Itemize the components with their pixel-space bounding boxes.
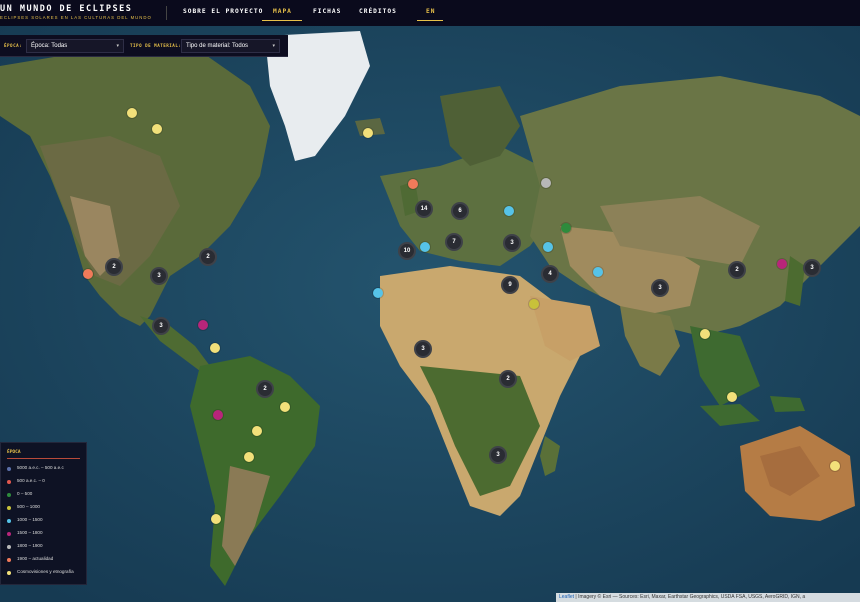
location-cluster[interactable]: 3 [503, 234, 521, 252]
imagery-credits: | Imagery © Esri — Sources: Esri, Maxar,… [575, 594, 806, 600]
location-marker[interactable] [700, 329, 710, 339]
location-cluster[interactable]: 10 [398, 242, 416, 260]
legend-dot [7, 506, 11, 510]
legend-label: Cosmovisiones y etnografía [17, 569, 74, 574]
location-marker[interactable] [529, 299, 539, 309]
legend-dot [7, 467, 11, 471]
legend-item: 500 a.e.c. – 0 [7, 478, 87, 488]
nav-mapa[interactable]: MAPA [273, 8, 292, 15]
legend-label: 500 a.e.c. – 0 [17, 478, 45, 483]
legend-item: 1000 – 1500 [7, 517, 87, 527]
legend-label: 500 – 1000 [17, 504, 40, 509]
legend-item: 1800 – 1900 [7, 543, 87, 553]
location-cluster[interactable]: 2 [256, 380, 274, 398]
location-marker[interactable] [280, 402, 290, 412]
location-cluster[interactable]: 3 [152, 317, 170, 335]
epoch-select-value: Época: Todas [31, 43, 68, 49]
location-marker[interactable] [83, 269, 93, 279]
location-cluster[interactable]: 3 [414, 340, 432, 358]
location-marker[interactable] [727, 392, 737, 402]
nav-active-underline [262, 20, 302, 21]
location-marker[interactable] [152, 124, 162, 134]
legend-item: 1900 – actualidad [7, 556, 87, 566]
legend-label: 1000 – 1500 [17, 517, 43, 522]
legend-dot [7, 480, 11, 484]
location-cluster[interactable]: 4 [541, 265, 559, 283]
location-marker[interactable] [561, 223, 571, 233]
location-cluster[interactable]: 3 [150, 267, 168, 285]
site-title: UN MUNDO DE ECLIPSES [0, 4, 133, 14]
legend-title: ÉPOCA [7, 450, 21, 455]
location-marker[interactable] [541, 178, 551, 188]
legend-dot [7, 493, 11, 497]
legend-item: 1500 – 1800 [7, 530, 87, 540]
legend-item: 0 – 500 [7, 491, 87, 501]
top-navigation-bar: UN MUNDO DE ECLIPSES ECLIPSES SOLARES EN… [0, 0, 860, 26]
nav-fichas[interactable]: FICHAS [313, 8, 341, 15]
material-select-value: Tipo de material: Todos [186, 43, 249, 49]
location-marker[interactable] [420, 242, 430, 252]
location-marker[interactable] [593, 267, 603, 277]
location-marker[interactable] [373, 288, 383, 298]
legend-label: 1500 – 1800 [17, 530, 43, 535]
location-marker[interactable] [777, 259, 787, 269]
chevron-down-icon: ▾ [116, 43, 119, 49]
language-toggle[interactable]: EN [426, 8, 435, 15]
epoch-filter-label: ÉPOCA: [4, 43, 23, 48]
location-marker[interactable] [210, 343, 220, 353]
location-marker[interactable] [408, 179, 418, 189]
location-marker[interactable] [504, 206, 514, 216]
filter-bar: ÉPOCA: Época: Todas ▾ TIPO DE MATERIAL: … [0, 35, 288, 57]
location-cluster[interactable]: 3 [803, 259, 821, 277]
legend-divider [7, 458, 80, 459]
site-subtitle: ECLIPSES SOLARES EN LAS CULTURAS DEL MUN… [0, 15, 152, 20]
location-cluster[interactable]: 2 [199, 248, 217, 266]
epoch-select[interactable]: Época: Todas ▾ [26, 39, 124, 53]
legend-dot [7, 545, 11, 549]
legend-dot [7, 519, 11, 523]
location-marker[interactable] [198, 320, 208, 330]
leaflet-link[interactable]: Leaflet [559, 594, 574, 600]
nav-creditos[interactable]: CRÉDITOS [359, 8, 397, 15]
location-cluster[interactable]: 3 [651, 279, 669, 297]
location-cluster[interactable]: 3 [489, 446, 507, 464]
legend-dot [7, 558, 11, 562]
location-marker[interactable] [363, 128, 373, 138]
location-cluster[interactable]: 2 [728, 261, 746, 279]
location-cluster[interactable]: 2 [499, 370, 517, 388]
legend-label: 5000 a.e.c. – 500 a.e.c [17, 465, 64, 470]
legend-dot [7, 532, 11, 536]
legend-label: 1900 – actualidad [17, 556, 54, 561]
location-cluster[interactable]: 2 [105, 258, 123, 276]
legend-label: 0 – 500 [17, 491, 33, 496]
location-marker[interactable] [543, 242, 553, 252]
world-map[interactable]: 2 3 2 3 3 2 14 6 10 7 3 4 9 3 2 3 2 3 [0, 26, 860, 602]
location-marker[interactable] [244, 452, 254, 462]
map-attribution: Leaflet | Imagery © Esri — Sources: Esri… [556, 593, 860, 602]
location-cluster[interactable]: 9 [501, 276, 519, 294]
epoch-legend: ÉPOCA 5000 a.e.c. – 500 a.e.c 500 a.e.c.… [0, 442, 87, 585]
language-underline [417, 20, 443, 21]
material-filter-label: TIPO DE MATERIAL: [130, 43, 182, 48]
legend-item: 500 – 1000 [7, 504, 87, 514]
chevron-down-icon: ▾ [272, 43, 275, 49]
material-select[interactable]: Tipo de material: Todos ▾ [181, 39, 280, 53]
site-brand[interactable]: UN MUNDO DE ECLIPSES ECLIPSES SOLARES EN… [0, 4, 152, 20]
location-marker[interactable] [830, 461, 840, 471]
location-marker[interactable] [252, 426, 262, 436]
location-cluster[interactable]: 6 [451, 202, 469, 220]
location-cluster[interactable]: 14 [415, 200, 433, 218]
nav-sobre-el-proyecto[interactable]: SOBRE EL PROYECTO [183, 8, 263, 15]
legend-label: 1800 – 1900 [17, 543, 43, 548]
legend-item: Cosmovisiones y etnografía [7, 569, 87, 579]
location-marker[interactable] [213, 410, 223, 420]
nav-divider [166, 6, 167, 20]
legend-dot [7, 571, 11, 575]
location-cluster[interactable]: 7 [445, 233, 463, 251]
legend-item: 5000 a.e.c. – 500 a.e.c [7, 465, 87, 475]
location-marker[interactable] [127, 108, 137, 118]
location-marker[interactable] [211, 514, 221, 524]
